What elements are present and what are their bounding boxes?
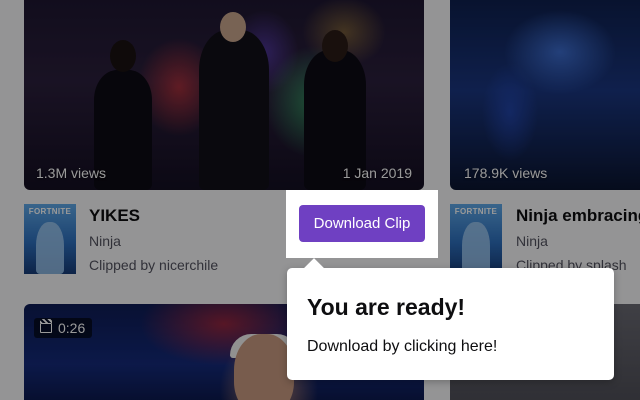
onboarding-tooltip: You are ready! Download by clicking here…	[287, 268, 614, 380]
tooltip-title: You are ready!	[307, 294, 466, 320]
clips-page: 1.3M views 1 Jan 2019 FORTNITE YIKES Nin…	[0, 0, 640, 400]
tooltip-text: Download by clicking here!	[307, 338, 498, 355]
download-clip-button[interactable]: Download Clip	[299, 205, 425, 242]
